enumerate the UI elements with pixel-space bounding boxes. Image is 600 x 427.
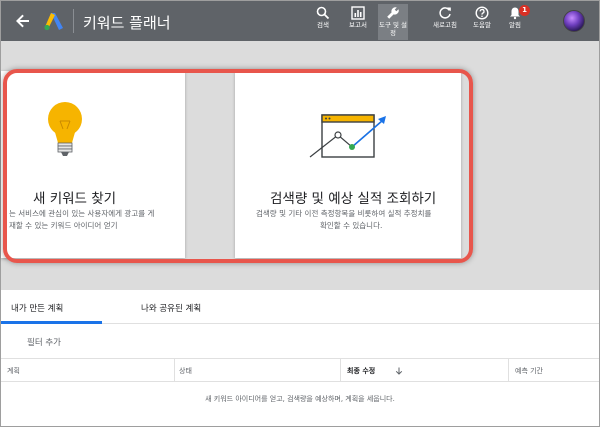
sort-down-arrow-icon[interactable] xyxy=(395,367,403,375)
notifications-label: 알림 xyxy=(509,21,521,29)
column-divider xyxy=(174,359,175,382)
search-button[interactable]: 검색 xyxy=(308,4,338,40)
tab-my-plans[interactable]: 내가 만든 계획 xyxy=(11,302,63,314)
refresh-icon xyxy=(439,7,451,19)
column-divider xyxy=(508,359,509,382)
column-divider xyxy=(340,359,341,382)
tools-settings-button[interactable]: 도구 및 설정 xyxy=(378,4,408,40)
column-last-modified[interactable]: 최종 수정 xyxy=(347,366,375,376)
avatar[interactable] xyxy=(563,10,585,32)
lightbulb-icon xyxy=(48,102,82,156)
add-filter-button[interactable]: 필터 추가 xyxy=(27,336,61,348)
tool-cards-area: 새 키워드 찾기 는 서비스에 관심이 있는 사용자에게 광고를 게 재할 수 … xyxy=(1,41,599,290)
find-keywords-desc-line1: 는 서비스에 관심이 있는 사용자에게 광고를 게 xyxy=(9,209,155,218)
report-icon xyxy=(351,6,365,20)
search-label: 검색 xyxy=(317,21,329,29)
forecast-desc-line1: 검색량 및 기타 이전 측정항목을 비롯하여 실적 추정치를 xyxy=(256,209,432,218)
find-keywords-desc-line2: 재할 수 있는 키워드 아이디어 얻기 xyxy=(9,221,118,230)
wrench-icon xyxy=(387,7,399,19)
help-icon xyxy=(475,6,489,20)
help-label: 도움말 xyxy=(473,21,491,29)
back-arrow-icon[interactable] xyxy=(13,11,33,31)
column-status[interactable]: 상태 xyxy=(179,366,192,376)
column-plan[interactable]: 계획 xyxy=(7,366,20,376)
tools-settings-label: 도구 및 설정 xyxy=(378,21,408,37)
column-forecast-period[interactable]: 예측 기간 xyxy=(515,366,543,376)
search-icon xyxy=(316,6,330,20)
find-keywords-card[interactable]: 새 키워드 찾기 는 서비스에 관심이 있는 사용자에게 광고를 게 재할 수 … xyxy=(1,71,185,258)
forecast-card[interactable]: 검색량 및 예상 실적 조회하기 검색량 및 기타 이전 측정항목을 비롯하여 … xyxy=(235,71,461,258)
top-app-bar: 키워드 플래너 검색 보고서 도구 및 설정 새로고침 도움말 알림 1 xyxy=(1,1,599,41)
tab-shared-plans[interactable]: 나와 공유된 계획 xyxy=(141,302,201,314)
forecast-title: 검색량 및 예상 실적 조회하기 xyxy=(270,191,437,207)
plans-tabs: 내가 만든 계획 나와 공유된 계획 xyxy=(1,290,599,324)
empty-state-message: 새 키워드 아이디어를 얻고, 검색량을 예상하며, 계획을 세웁니다. xyxy=(205,395,395,403)
report-button[interactable]: 보고서 xyxy=(343,4,373,40)
report-label: 보고서 xyxy=(349,21,367,29)
plans-table-header: 계획 상태 최종 수정 예측 기간 xyxy=(1,358,599,382)
plans-section: 내가 만든 계획 나와 공유된 계획 필터 추가 계획 상태 최종 수정 예측 … xyxy=(1,290,599,426)
forecast-desc-line2: 확인할 수 있습니다. xyxy=(320,221,383,230)
page-title: 키워드 플래너 xyxy=(83,14,171,32)
title-divider xyxy=(73,9,74,33)
help-button[interactable]: 도움말 xyxy=(467,4,497,40)
refresh-button[interactable]: 새로고침 xyxy=(430,4,460,40)
selected-tab-indicator xyxy=(1,321,102,324)
notification-badge: 1 xyxy=(519,5,530,16)
trend-chart-icon xyxy=(309,114,386,158)
refresh-label: 새로고침 xyxy=(433,21,457,29)
find-keywords-title: 새 키워드 찾기 xyxy=(33,191,117,207)
google-ads-logo-icon xyxy=(44,13,63,31)
